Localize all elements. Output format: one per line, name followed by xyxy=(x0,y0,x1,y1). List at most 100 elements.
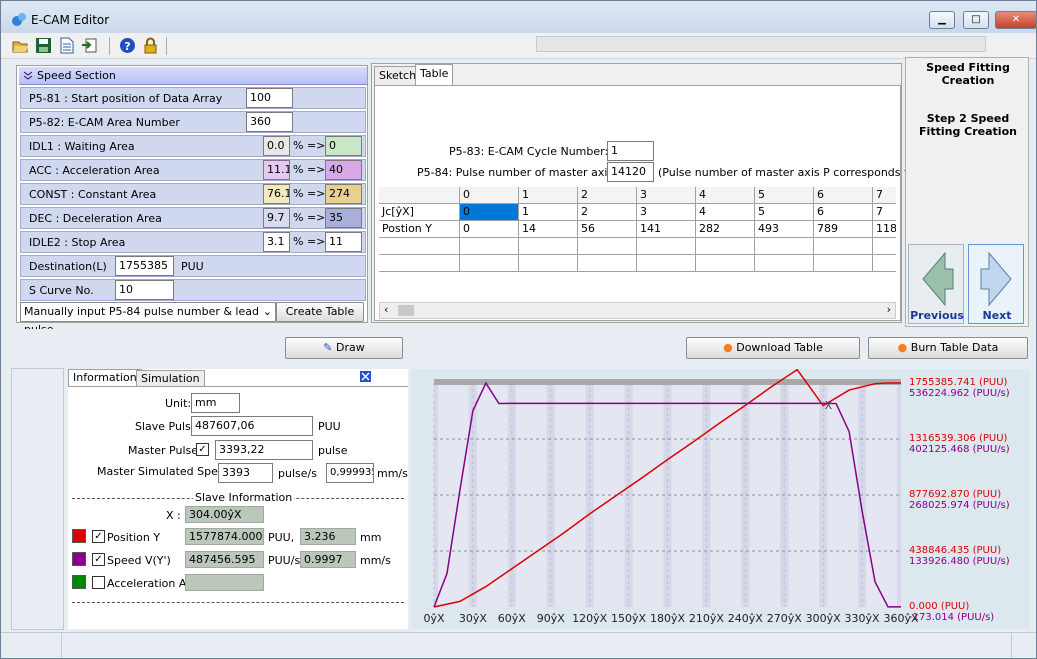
destination-input[interactable]: 1755385 xyxy=(115,256,174,276)
table-header-cell[interactable] xyxy=(379,187,460,204)
master-pulse-number-input[interactable]: 14120 xyxy=(607,162,654,182)
table-cell[interactable] xyxy=(519,255,578,272)
table-cell[interactable] xyxy=(578,238,637,255)
table-row-header[interactable]: Jc[ŷX] xyxy=(379,204,460,221)
table-cell[interactable] xyxy=(755,238,814,255)
speed-checkbox[interactable]: ✓ xyxy=(92,553,105,566)
acceleration-checkbox[interactable] xyxy=(92,576,105,589)
table-row-header[interactable]: Postion Y xyxy=(379,221,460,238)
table-cell[interactable] xyxy=(873,238,896,255)
table-cell[interactable]: 4 xyxy=(696,204,755,221)
download-table-button[interactable]: ● Download Table xyxy=(686,337,860,359)
cycle-number-input[interactable]: 1 xyxy=(607,141,654,161)
scrollbar-thumb[interactable] xyxy=(398,305,414,316)
table-cell[interactable] xyxy=(696,255,755,272)
table-cell[interactable]: 7 xyxy=(873,204,896,221)
position-checkbox[interactable]: ✓ xyxy=(92,530,105,543)
area-percent-input[interactable]: 3.1 xyxy=(263,232,290,252)
table-cell[interactable]: 6 xyxy=(814,204,873,221)
next-button[interactable]: Next xyxy=(968,244,1024,324)
burn-table-button[interactable]: ● Burn Table Data xyxy=(868,337,1028,359)
master-pulse-input[interactable]: 3393,22 xyxy=(215,440,313,460)
acceleration-color-swatch[interactable] xyxy=(72,575,86,589)
document-icon[interactable] xyxy=(58,37,75,54)
table-header-cell[interactable]: 4 xyxy=(696,187,755,204)
scroll-right-icon[interactable]: › xyxy=(887,303,891,316)
area-value-input[interactable]: 40 xyxy=(325,160,362,180)
previous-button[interactable]: Previous xyxy=(908,244,964,324)
minimize-button[interactable]: ▁ xyxy=(929,11,955,29)
table-cell[interactable] xyxy=(578,255,637,272)
area-percent-input[interactable]: 76.1 xyxy=(263,184,290,204)
area-percent-input[interactable]: 11.1 xyxy=(263,160,290,180)
create-table-button[interactable]: Create Table xyxy=(276,302,364,322)
scroll-left-icon[interactable]: ‹ xyxy=(384,303,388,316)
table-cell[interactable] xyxy=(814,255,873,272)
table-row-header[interactable] xyxy=(379,255,460,272)
table-cell[interactable]: 282 xyxy=(696,221,755,238)
table-cell[interactable] xyxy=(460,255,519,272)
area-value-input[interactable]: 274 xyxy=(325,184,362,204)
area-value-input[interactable]: 35 xyxy=(325,208,362,228)
save-icon[interactable] xyxy=(35,37,52,54)
table-cell[interactable] xyxy=(755,255,814,272)
table-cell[interactable] xyxy=(637,238,696,255)
master-simulated-speed-mm[interactable]: 0,999935 xyxy=(326,463,374,483)
lock-icon[interactable] xyxy=(142,37,159,54)
cam-chart[interactable]: X 0ŷX 30ŷX 60ŷX 90ŷX 120ŷX 150ŷX 180ŷX 210ŷX 240ŷ… xyxy=(411,368,1030,629)
table-header-cell[interactable]: 0 xyxy=(460,187,519,204)
speed-section-header[interactable]: Speed Section xyxy=(19,67,367,85)
maximize-button[interactable]: □ xyxy=(963,11,989,29)
help-icon[interactable]: ? xyxy=(119,37,136,54)
table-cell[interactable]: 1181 xyxy=(873,221,896,238)
mode-select[interactable]: Manually input P5-84 pulse number & lead… xyxy=(20,302,276,336)
collapse-icon[interactable] xyxy=(23,71,33,81)
table-header-cell[interactable]: 6 xyxy=(814,187,873,204)
table-header-cell[interactable]: 1 xyxy=(519,187,578,204)
table-cell[interactable] xyxy=(519,238,578,255)
table-cell[interactable] xyxy=(873,255,896,272)
table-cell[interactable]: 789 xyxy=(814,221,873,238)
unit-input[interactable]: mm xyxy=(191,393,240,413)
table-cell[interactable]: 0 xyxy=(460,204,519,221)
p5-81-input[interactable]: 100 xyxy=(246,88,293,108)
table-cell[interactable] xyxy=(814,238,873,255)
table-cell[interactable]: 3 xyxy=(637,204,696,221)
horizontal-scrollbar[interactable]: ‹ › xyxy=(379,302,896,319)
close-panel-icon[interactable] xyxy=(360,371,371,382)
table-cell[interactable]: 493 xyxy=(755,221,814,238)
table-header-cell[interactable]: 3 xyxy=(637,187,696,204)
master-pulse-checkbox[interactable]: ✓ xyxy=(196,443,209,456)
p5-82-input[interactable]: 360 xyxy=(246,112,293,132)
area-value-input[interactable]: 11 xyxy=(325,232,362,252)
table-cell[interactable]: 2 xyxy=(578,204,637,221)
table-header-cell[interactable]: 5 xyxy=(755,187,814,204)
s-curve-input[interactable]: 10 xyxy=(115,280,174,300)
table-cell[interactable]: 56 xyxy=(578,221,637,238)
table-cell[interactable] xyxy=(696,238,755,255)
table-header-cell[interactable]: 7 xyxy=(873,187,896,204)
table-cell[interactable]: 141 xyxy=(637,221,696,238)
table-header-cell[interactable]: 2 xyxy=(578,187,637,204)
master-simulated-speed-input[interactable]: 3393 xyxy=(218,463,273,483)
slave-pulse-input[interactable]: 487607,06 xyxy=(191,416,313,436)
open-folder-icon[interactable] xyxy=(12,37,29,54)
area-percent-input[interactable]: 0.0 xyxy=(263,136,290,156)
table-cell[interactable]: 5 xyxy=(755,204,814,221)
tab-table[interactable]: Table xyxy=(415,64,454,86)
area-percent-input[interactable]: 9.7 xyxy=(263,208,290,228)
tab-simulation[interactable]: Simulation xyxy=(136,370,205,387)
table-cell[interactable]: 1 xyxy=(519,204,578,221)
speed-color-swatch[interactable] xyxy=(72,552,86,566)
tab-sketch[interactable]: Sketch xyxy=(374,66,422,86)
table-cell[interactable]: 0 xyxy=(460,221,519,238)
table-cell[interactable]: 14 xyxy=(519,221,578,238)
table-row-header[interactable] xyxy=(379,238,460,255)
area-value-input[interactable]: 0 xyxy=(325,136,362,156)
position-color-swatch[interactable] xyxy=(72,529,86,543)
export-icon[interactable] xyxy=(81,37,98,54)
tab-information[interactable]: Information xyxy=(68,369,142,387)
table-cell[interactable] xyxy=(460,238,519,255)
draw-button[interactable]: ✎ Draw xyxy=(285,337,403,359)
close-button[interactable]: ✕ xyxy=(995,11,1037,29)
